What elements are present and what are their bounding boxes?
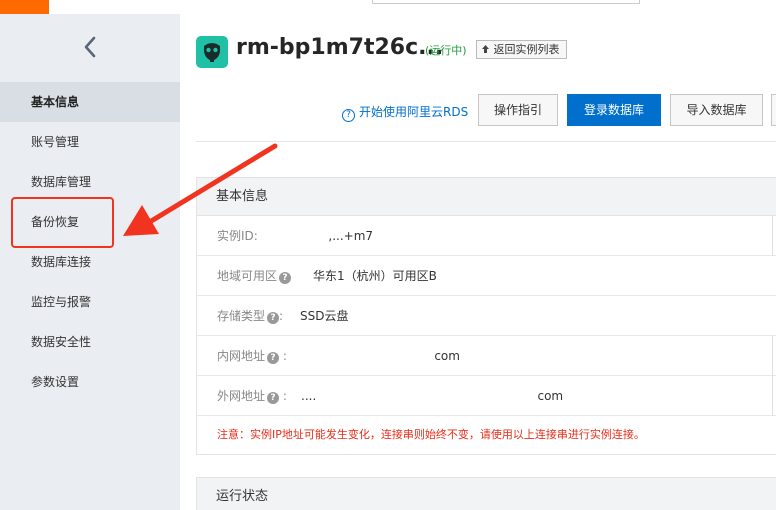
info-row-region-zone: 地域可用区? 华东1（杭州）可用区B [197,256,776,296]
annotation-highlight-box [11,197,114,248]
sidebar-item-monitoring[interactable]: 监控与报警 [0,282,180,322]
sidebar-item-databases[interactable]: 数据库管理 [0,162,180,202]
help-icon[interactable]: ? [267,352,280,364]
help-icon[interactable]: ? [279,272,292,284]
back-chevron-icon[interactable] [80,34,102,60]
instance-id-label: 实例ID: [217,229,258,243]
help-icon[interactable]: ? [267,312,280,324]
info-row-storage-type: 存储类型?: SSD云盘 [197,296,776,336]
login-database-button[interactable]: 登录数据库 [567,94,661,126]
getting-started-link[interactable]: ? 开始使用阿里云RDS [342,103,468,122]
sidebar-item-parameters[interactable]: 参数设置 [0,362,180,402]
import-database-button[interactable]: 导入数据库 [670,94,763,126]
sidebar-item-basic-info[interactable]: 基本信息 [0,82,180,122]
region-zone-label: 地域可用区 [217,269,278,283]
sidebar: 基本信息 账号管理 数据库管理 备份恢复 数据库连接 监控与报警 数据安全性 参… [0,14,180,510]
back-to-list-label: 返回实例列表 [493,43,560,56]
more-button[interactable] [771,94,776,126]
help-icon[interactable]: ? [267,392,280,404]
storage-type-label: 存储类型 [217,309,266,323]
internal-address-label: 内网地址 [217,349,266,363]
info-row-public-address: 外网地址? : .... com [197,376,776,416]
rds-instance-icon [196,36,228,68]
sidebar-item-db-connection[interactable]: 数据库连接 [0,242,180,282]
run-status-panel: 运行状态 [196,477,776,510]
info-row-instance-id: 实例ID: ,...+m7 [197,216,776,256]
storage-type-value: SSD云盘 [300,309,349,323]
instance-id-value: ,...+m7 [275,229,374,243]
getting-started-label: 开始使用阿里云RDS [359,105,469,119]
instance-title: rm-bp1m7t26c... [236,35,444,60]
upload-arrow-icon [481,43,494,56]
basic-info-panel: 基本信息 实例ID: ,...+m7 地域可用区? 华东1（杭州）可用区B 存储… [196,177,776,455]
operation-guide-button[interactable]: 操作指引 [478,94,558,126]
basic-info-title: 基本信息 [197,178,776,216]
top-search-input[interactable] [372,0,640,4]
row-divider [772,376,773,416]
region-zone-value: 华东1（杭州）可用区B [313,269,437,283]
status-badge: (运行中) [425,44,467,57]
internal-address-value: com [297,349,460,363]
back-to-list-button[interactable]: 返回实例列表 [476,40,567,59]
row-divider [772,216,773,256]
public-address-label: 外网地址 [217,389,266,403]
header-divider [196,141,776,142]
row-divider [772,336,773,376]
ip-change-notice: 注意：实例IP地址可能发生变化，连接串则始终不变，请使用以上连接串进行实例连接。 [217,428,645,441]
public-address-value: .... com [301,389,564,403]
sidebar-item-security[interactable]: 数据安全性 [0,322,180,362]
info-row-internal-address: 内网地址? : com [197,336,776,376]
question-circle-icon: ? [342,109,355,122]
sidebar-item-accounts[interactable]: 账号管理 [0,122,180,162]
top-brand-bar [0,0,49,14]
run-status-title: 运行状态 [197,478,776,510]
